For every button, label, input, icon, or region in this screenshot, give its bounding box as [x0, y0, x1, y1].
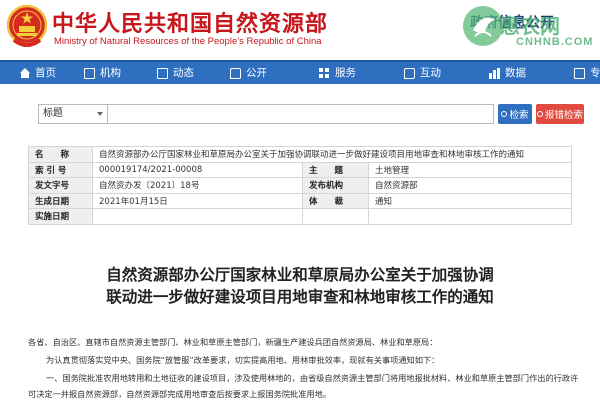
site-title[interactable]: 中华人民共和国自然资源部	[52, 6, 328, 38]
nav-item-label: 服务	[335, 67, 356, 79]
search-field-select[interactable]: 标题	[38, 104, 108, 124]
data-icon	[489, 67, 500, 79]
news-icon	[157, 67, 168, 79]
info-value-effective	[92, 208, 303, 225]
info-key: 体 裁	[302, 192, 369, 209]
table-row: 生成日期 2021年01月15日 体 裁 通知	[28, 192, 572, 209]
info-key: 主 题	[302, 161, 369, 178]
nav-item-service[interactable]: 服务	[319, 62, 356, 84]
watermark-subtext: CNHNB.COM	[516, 36, 594, 48]
table-row: 发文字号 自然资办发〔2021〕18号 发布机构 自然资源部	[28, 177, 572, 194]
document-info-table: 名 称 自然资源部办公厅国家林业和草原局办公室关于加强协调联动进一步做好建设项目…	[28, 146, 572, 225]
nav-item-label: 公开	[246, 67, 267, 79]
table-row: 实施日期	[28, 208, 572, 225]
info-value-index: 000019174/2021-00008	[92, 161, 303, 178]
watermark-text: 惠农网	[500, 14, 560, 38]
info-key: 名 称	[28, 146, 93, 163]
search-select-value: 标题	[43, 108, 63, 119]
search-button-label: 检索	[509, 110, 529, 121]
home-icon	[20, 67, 30, 78]
chevron-down-icon	[97, 112, 103, 116]
search-icon	[501, 111, 508, 117]
service-icon	[319, 67, 330, 79]
nav-item-data[interactable]: 数据	[489, 62, 526, 84]
nav-item-label: 互动	[420, 67, 441, 79]
interaction-icon	[404, 67, 415, 79]
site-subtitle: Ministry of Natural Resources of the Peo…	[54, 36, 322, 47]
nav-item-org[interactable]: 机构	[84, 62, 121, 84]
nav-item-label: 数据	[505, 67, 526, 79]
info-value-name: 自然资源部办公厅国家林业和草原局办公室关于加强协调联动进一步做好建设项目用地审查…	[92, 146, 572, 163]
nav-item-home[interactable]: 首页	[20, 62, 56, 84]
nav-item-interaction[interactable]: 互动	[404, 62, 441, 84]
info-value-genre: 通知	[368, 192, 572, 209]
search-input[interactable]	[108, 104, 494, 124]
nav-item-label: 机构	[100, 67, 121, 79]
nav-item-label: 动态	[173, 67, 194, 79]
info-value-topic: 土地管理	[368, 161, 572, 178]
search-bar: 标题 检索 报错检索	[28, 104, 584, 126]
topic-icon	[574, 67, 585, 79]
table-row: 索 引 号 000019174/2021-00008 主 题 土地管理	[28, 161, 572, 178]
org-icon	[84, 67, 95, 79]
info-key: 生成日期	[28, 192, 93, 209]
search-button[interactable]: 检索	[498, 104, 532, 124]
info-empty-cell	[302, 208, 369, 225]
info-key: 发文字号	[28, 177, 93, 194]
nav-item-disclosure[interactable]: 公开	[230, 62, 267, 84]
table-row: 名 称 自然资源部办公厅国家林业和草原局办公室关于加强协调联动进一步做好建设项目…	[28, 146, 572, 163]
article-addressee: 各省、自治区、直辖市自然资源主管部门、林业和草原主管部门，新疆生产建设兵团自然资…	[28, 337, 438, 347]
search-icon	[536, 111, 543, 117]
info-key: 发布机构	[302, 177, 369, 194]
disclosure-icon	[230, 67, 241, 79]
report-button-label: 报错检索	[544, 110, 583, 121]
nav-item-news[interactable]: 动态	[157, 62, 194, 84]
article-title: 自然资源部办公厅国家林业和草原局办公室关于加强协调联动进一步做好建设项目用地审查…	[106, 266, 494, 306]
article-paragraph: 可决定一并报自然资源部，自然资源部完成用地审查后按要求上报国务院批准用地。	[28, 389, 331, 399]
nav-item-label: 首页	[35, 67, 56, 79]
info-value-docno: 自然资办发〔2021〕18号	[92, 177, 303, 194]
info-value-issuer: 自然资源部	[368, 177, 572, 194]
info-key: 索 引 号	[28, 161, 93, 178]
info-key: 实施日期	[28, 208, 93, 225]
nav-item-topic[interactable]: 专题	[574, 62, 600, 84]
nav-item-label: 专题	[590, 67, 600, 79]
info-empty-cell	[368, 208, 572, 225]
national-emblem-icon	[6, 4, 48, 47]
main-nav: 首页 机构 动态 公开 服务 互动 数据 专题	[0, 60, 600, 84]
report-error-button[interactable]: 报错检索	[536, 104, 584, 124]
info-value-date: 2021年01月15日	[92, 192, 303, 209]
article-paragraph: 一、国务院批准农用地转用和土地征收的建设项目，涉及使用林地的，由省级自然资源主管…	[46, 373, 579, 383]
article-paragraph: 为认真贯彻落实党中央、国务院“放管服”改革要求，切实提高用地、用林审批效率，现就…	[46, 355, 440, 365]
site-header: 中华人民共和国自然资源部 Ministry of Natural Resourc…	[0, 0, 600, 60]
